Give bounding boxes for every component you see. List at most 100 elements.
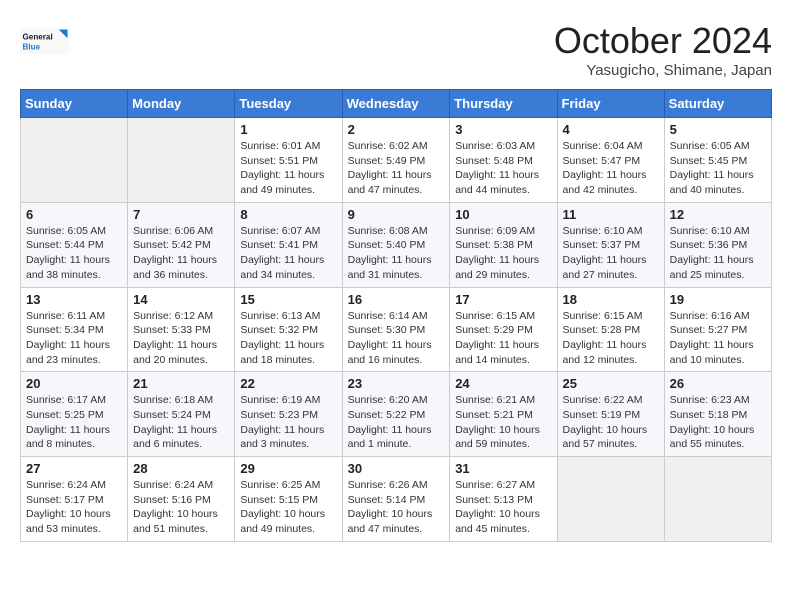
day-info: Sunrise: 6:18 AMSunset: 5:24 PMDaylight:…	[133, 393, 229, 452]
day-cell: 3 Sunrise: 6:03 AMSunset: 5:48 PMDaylight…	[450, 118, 557, 203]
day-info: Sunrise: 6:26 AMSunset: 5:14 PMDaylight:…	[348, 478, 445, 537]
day-cell: 5Sunrise: 6:05 AMSunset: 5:45 PMDaylight…	[664, 118, 771, 203]
day-number: 28	[133, 461, 229, 476]
day-info: Sunrise: 6:01 AMSunset: 5:51 PMDaylight:…	[240, 139, 336, 198]
day-cell: 1 Sunrise: 6:01 AMSunset: 5:51 PMDaylight…	[235, 118, 342, 203]
week-row-5: 27 Sunrise: 6:24 AMSunset: 5:17 PMDayligh…	[21, 457, 772, 542]
day-cell: 29Sunrise: 6:25 AMSunset: 5:15 PMDayligh…	[235, 457, 342, 542]
day-info: Sunrise: 6:07 AMSunset: 5:41 PMDaylight:…	[240, 224, 336, 283]
day-number: 9	[348, 207, 445, 222]
day-cell: 18 Sunrise: 6:15 AMSunset: 5:28 PMDayligh…	[557, 287, 664, 372]
day-info: Sunrise: 6:15 AMSunset: 5:28 PMDaylight:…	[563, 309, 659, 368]
header-sunday: Sunday	[21, 90, 128, 118]
day-cell	[128, 118, 235, 203]
day-cell: 2Sunrise: 6:02 AMSunset: 5:49 PMDaylight…	[342, 118, 450, 203]
header-wednesday: Wednesday	[342, 90, 450, 118]
day-cell: 31 Sunrise: 6:27 AMSunset: 5:13 PMDayligh…	[450, 457, 557, 542]
day-cell: 30Sunrise: 6:26 AMSunset: 5:14 PMDayligh…	[342, 457, 450, 542]
day-number: 5	[670, 122, 766, 137]
day-info: Sunrise: 6:14 AMSunset: 5:30 PMDaylight:…	[348, 309, 445, 368]
day-info: Sunrise: 6:17 AMSunset: 5:25 PMDaylight:…	[26, 393, 122, 452]
day-number: 3	[455, 122, 551, 137]
day-cell: 24Sunrise: 6:21 AMSunset: 5:21 PMDayligh…	[450, 372, 557, 457]
week-row-3: 13 Sunrise: 6:11 AMSunset: 5:34 PMDayligh…	[21, 287, 772, 372]
week-row-4: 20 Sunrise: 6:17 AMSunset: 5:25 PMDayligh…	[21, 372, 772, 457]
day-number: 10	[455, 207, 551, 222]
header-thursday: Thursday	[450, 90, 557, 118]
day-number: 11	[563, 207, 659, 222]
day-info: Sunrise: 6:04 AMSunset: 5:47 PMDaylight:…	[563, 139, 659, 198]
day-info: Sunrise: 6:21 AMSunset: 5:21 PMDaylight:…	[455, 393, 551, 452]
day-number: 1	[240, 122, 336, 137]
day-cell: 11 Sunrise: 6:10 AMSunset: 5:37 PMDayligh…	[557, 202, 664, 287]
day-cell: 27 Sunrise: 6:24 AMSunset: 5:17 PMDayligh…	[21, 457, 128, 542]
day-info: Sunrise: 6:05 AMSunset: 5:44 PMDaylight:…	[26, 224, 122, 283]
day-number: 15	[240, 292, 336, 307]
day-info: Sunrise: 6:10 AMSunset: 5:37 PMDaylight:…	[563, 224, 659, 283]
week-row-1: 1 Sunrise: 6:01 AMSunset: 5:51 PMDaylight…	[21, 118, 772, 203]
day-info: Sunrise: 6:11 AMSunset: 5:34 PMDaylight:…	[26, 309, 122, 368]
day-number: 13	[26, 292, 122, 307]
day-cell: 17 Sunrise: 6:15 AMSunset: 5:29 PMDayligh…	[450, 287, 557, 372]
day-cell: 22 Sunrise: 6:19 AMSunset: 5:23 PMDayligh…	[235, 372, 342, 457]
day-number: 14	[133, 292, 229, 307]
day-info: Sunrise: 6:25 AMSunset: 5:15 PMDaylight:…	[240, 478, 336, 537]
day-cell: 12 Sunrise: 6:10 AMSunset: 5:36 PMDayligh…	[664, 202, 771, 287]
day-info: Sunrise: 6:24 AMSunset: 5:17 PMDaylight:…	[26, 478, 122, 537]
day-number: 8	[240, 207, 336, 222]
day-number: 25	[563, 376, 659, 391]
header-friday: Friday	[557, 90, 664, 118]
header-tuesday: Tuesday	[235, 90, 342, 118]
day-number: 22	[240, 376, 336, 391]
day-info: Sunrise: 6:08 AMSunset: 5:40 PMDaylight:…	[348, 224, 445, 283]
day-number: 18	[563, 292, 659, 307]
day-info: Sunrise: 6:06 AMSunset: 5:42 PMDaylight:…	[133, 224, 229, 283]
day-number: 21	[133, 376, 229, 391]
day-number: 23	[348, 376, 445, 391]
day-number: 31	[455, 461, 551, 476]
day-cell: 21 Sunrise: 6:18 AMSunset: 5:24 PMDayligh…	[128, 372, 235, 457]
day-info: Sunrise: 6:16 AMSunset: 5:27 PMDaylight:…	[670, 309, 766, 368]
day-cell: 28Sunrise: 6:24 AMSunset: 5:16 PMDayligh…	[128, 457, 235, 542]
day-number: 20	[26, 376, 122, 391]
month-title: October 2024	[554, 20, 772, 62]
day-number: 26	[670, 376, 766, 391]
day-info: Sunrise: 6:10 AMSunset: 5:36 PMDaylight:…	[670, 224, 766, 283]
day-number: 12	[670, 207, 766, 222]
day-info: Sunrise: 6:19 AMSunset: 5:23 PMDaylight:…	[240, 393, 336, 452]
day-info: Sunrise: 6:15 AMSunset: 5:29 PMDaylight:…	[455, 309, 551, 368]
day-info: Sunrise: 6:22 AMSunset: 5:19 PMDaylight:…	[563, 393, 659, 452]
day-cell: 4Sunrise: 6:04 AMSunset: 5:47 PMDaylight…	[557, 118, 664, 203]
day-cell: 10 Sunrise: 6:09 AMSunset: 5:38 PMDayligh…	[450, 202, 557, 287]
day-cell: 20 Sunrise: 6:17 AMSunset: 5:25 PMDayligh…	[21, 372, 128, 457]
day-number: 17	[455, 292, 551, 307]
day-number: 6	[26, 207, 122, 222]
day-number: 19	[670, 292, 766, 307]
day-info: Sunrise: 6:23 AMSunset: 5:18 PMDaylight:…	[670, 393, 766, 452]
header-monday: Monday	[128, 90, 235, 118]
day-cell	[21, 118, 128, 203]
day-info: Sunrise: 6:09 AMSunset: 5:38 PMDaylight:…	[455, 224, 551, 283]
day-cell: 14Sunrise: 6:12 AMSunset: 5:33 PMDayligh…	[128, 287, 235, 372]
day-cell: 16Sunrise: 6:14 AMSunset: 5:30 PMDayligh…	[342, 287, 450, 372]
calendar-table: SundayMondayTuesdayWednesdayThursdayFrid…	[20, 89, 772, 542]
day-cell	[557, 457, 664, 542]
page-header: General Blue October 2024 Yasugicho, Shi…	[20, 20, 772, 79]
day-info: Sunrise: 6:27 AMSunset: 5:13 PMDaylight:…	[455, 478, 551, 537]
day-info: Sunrise: 6:20 AMSunset: 5:22 PMDaylight:…	[348, 393, 445, 452]
day-cell: 13 Sunrise: 6:11 AMSunset: 5:34 PMDayligh…	[21, 287, 128, 372]
day-number: 7	[133, 207, 229, 222]
day-cell: 6 Sunrise: 6:05 AMSunset: 5:44 PMDaylight…	[21, 202, 128, 287]
location: Yasugicho, Shimane, Japan	[554, 62, 772, 79]
svg-text:Blue: Blue	[23, 43, 41, 52]
day-cell: 23 Sunrise: 6:20 AMSunset: 5:22 PMDayligh…	[342, 372, 450, 457]
svg-text:General: General	[23, 33, 53, 42]
day-cell: 8 Sunrise: 6:07 AMSunset: 5:41 PMDaylight…	[235, 202, 342, 287]
day-cell: 19 Sunrise: 6:16 AMSunset: 5:27 PMDayligh…	[664, 287, 771, 372]
day-info: Sunrise: 6:02 AMSunset: 5:49 PMDaylight:…	[348, 139, 445, 198]
day-info: Sunrise: 6:13 AMSunset: 5:32 PMDaylight:…	[240, 309, 336, 368]
day-cell: 7 Sunrise: 6:06 AMSunset: 5:42 PMDaylight…	[128, 202, 235, 287]
day-number: 27	[26, 461, 122, 476]
day-info: Sunrise: 6:03 AMSunset: 5:48 PMDaylight:…	[455, 139, 551, 198]
day-cell: 25 Sunrise: 6:22 AMSunset: 5:19 PMDayligh…	[557, 372, 664, 457]
